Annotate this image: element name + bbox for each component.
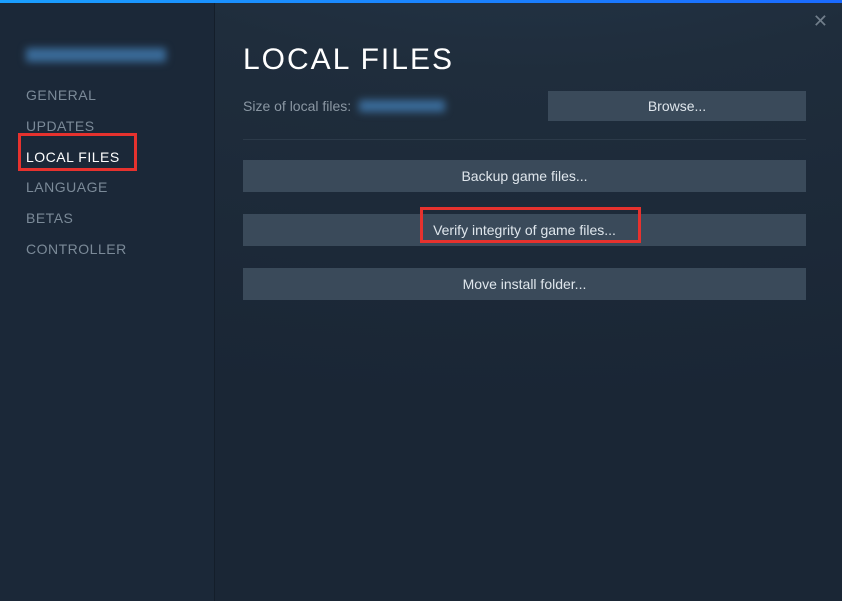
sidebar: GENERAL UPDATES LOCAL FILES LANGUAGE BET… [0,3,215,601]
properties-window: GENERAL UPDATES LOCAL FILES LANGUAGE BET… [0,3,842,601]
section-divider [243,139,806,140]
page-title: LOCAL FILES [243,43,806,77]
size-of-files-label: Size of local files: [243,98,445,114]
verify-button[interactable]: Verify integrity of game files... [243,214,806,246]
game-title-redacted [26,48,166,62]
main-panel: ✕ LOCAL FILES Size of local files: Brows… [215,3,842,601]
nav-item-controller[interactable]: CONTROLLER [0,234,214,265]
size-row: Size of local files: Browse... [243,91,806,121]
action-buttons: Backup game files... Verify integrity of… [243,160,806,300]
nav-item-betas[interactable]: BETAS [0,203,214,234]
close-icon[interactable]: ✕ [813,11,828,32]
nav-item-local-files[interactable]: LOCAL FILES [0,142,214,173]
move-folder-button[interactable]: Move install folder... [243,268,806,300]
size-value-redacted [359,100,445,112]
nav-item-language[interactable]: LANGUAGE [0,172,214,203]
browse-button[interactable]: Browse... [548,91,806,121]
backup-button[interactable]: Backup game files... [243,160,806,192]
nav-item-updates[interactable]: UPDATES [0,111,214,142]
size-label-text: Size of local files: [243,98,351,114]
nav-item-general[interactable]: GENERAL [0,80,214,111]
nav-list: GENERAL UPDATES LOCAL FILES LANGUAGE BET… [0,80,214,265]
